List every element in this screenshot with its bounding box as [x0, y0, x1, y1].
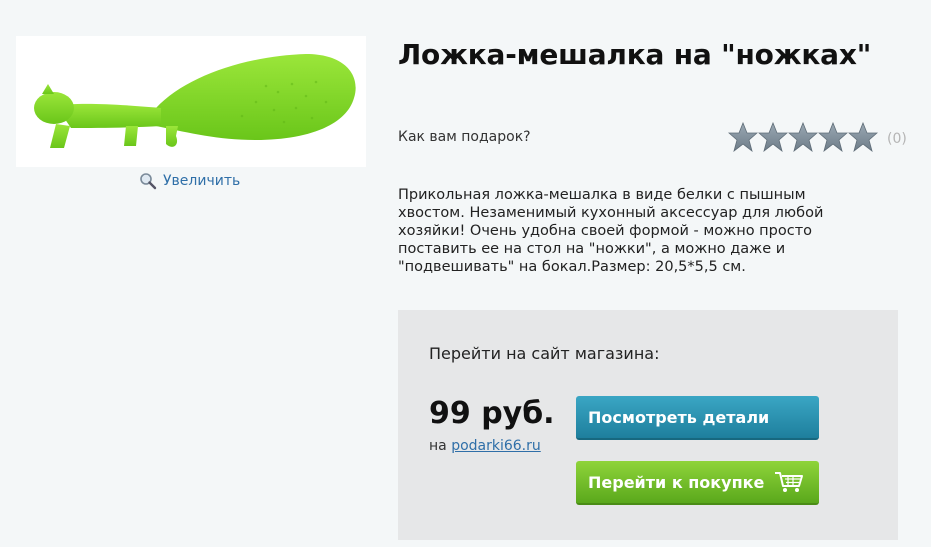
product-description: Прикольная ложка-мешалка в виде белки с …	[398, 187, 824, 275]
product-image[interactable]	[16, 36, 366, 167]
star-icon[interactable]	[757, 121, 789, 153]
go-to-purchase-button[interactable]: Перейти к покупке	[576, 461, 819, 505]
star-icon[interactable]	[817, 121, 849, 153]
shop-heading: Перейти на сайт магазина:	[429, 344, 660, 363]
rating-stars[interactable]	[727, 121, 879, 153]
shop-link[interactable]: podarki66.ru	[451, 438, 541, 454]
rating-question: Как вам подарок?	[398, 129, 531, 145]
cart-icon	[774, 470, 804, 494]
view-details-button[interactable]: Посмотреть детали	[576, 396, 819, 440]
star-icon[interactable]	[727, 121, 759, 153]
zoom-link[interactable]: Увеличить	[139, 172, 240, 190]
view-details-label: Посмотреть детали	[588, 407, 770, 427]
zoom-label: Увеличить	[163, 173, 241, 189]
rating-count: (0)	[887, 131, 907, 147]
magnifier-icon	[139, 172, 157, 190]
price-source: на podarki66.ru	[429, 438, 541, 454]
price: 99 руб.	[429, 396, 555, 431]
source-prefix: на	[429, 438, 447, 454]
go-to-purchase-label: Перейти к покупке	[588, 472, 765, 492]
shop-panel: Перейти на сайт магазина: 99 руб. на pod…	[398, 310, 898, 540]
product-title: Ложка-мешалка на "ножках"	[398, 38, 872, 71]
star-icon[interactable]	[787, 121, 819, 153]
star-icon[interactable]	[847, 121, 879, 153]
squirrel-spoon-image	[34, 54, 356, 148]
